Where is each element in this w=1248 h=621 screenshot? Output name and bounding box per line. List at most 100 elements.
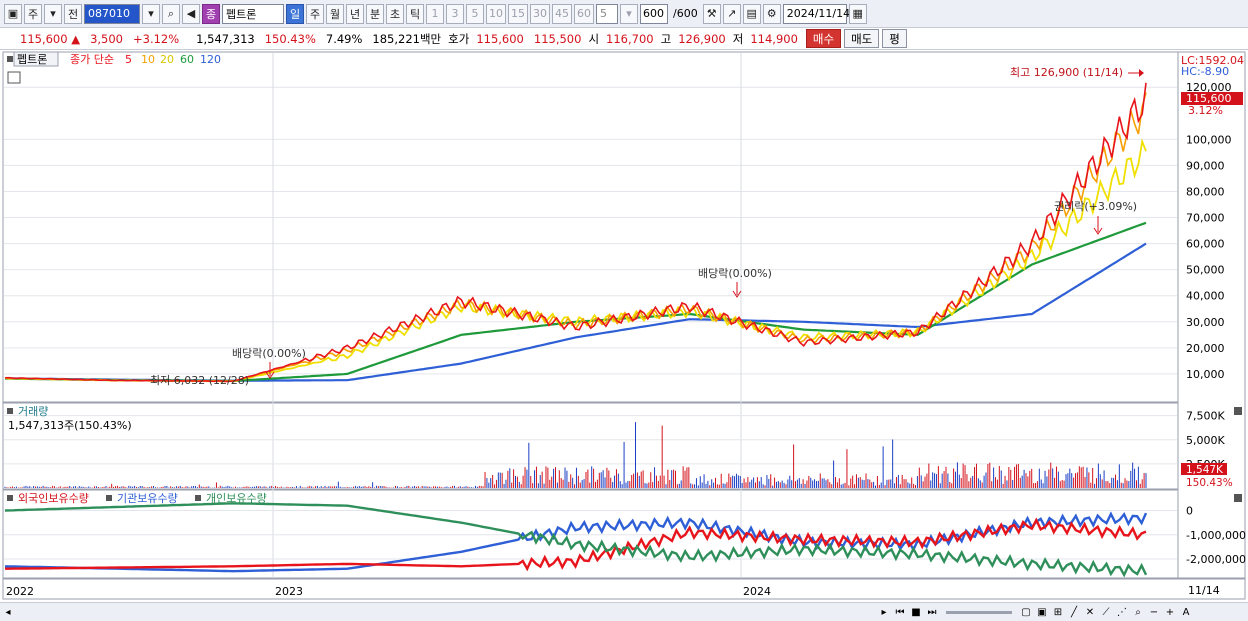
draw-icon[interactable]: ↗	[722, 3, 741, 24]
price-change: 3,500	[90, 31, 123, 46]
buy-button[interactable]: 매수	[805, 29, 842, 48]
rewind-icon[interactable]: ⏮	[893, 605, 907, 619]
measure-icon[interactable]: ⋰	[1115, 605, 1129, 619]
volume-legend-marker-icon	[7, 408, 13, 414]
open-label: 시	[588, 31, 600, 46]
sell-button[interactable]: 매도	[844, 29, 880, 48]
zoom-in-icon[interactable]: +	[1163, 605, 1177, 619]
layout-icon-3[interactable]: ⊞	[1051, 605, 1065, 619]
period-tick[interactable]: 틱	[406, 3, 424, 24]
period-minute[interactable]: 분	[366, 3, 384, 24]
interval-dropdown-icon[interactable]: ▾	[620, 3, 638, 24]
zoom-slider[interactable]	[946, 610, 1012, 614]
period-second[interactable]: 초	[386, 3, 404, 24]
scroll-right-icon[interactable]: ▸	[877, 605, 891, 619]
search-icon[interactable]: ⌕	[162, 3, 180, 24]
code-dropdown-icon[interactable]: ▾	[142, 3, 160, 24]
calendar-icon[interactable]: ▦	[848, 3, 867, 24]
holdings-panel-frame	[2, 489, 1179, 579]
group-badge: 종	[202, 3, 220, 24]
table-icon[interactable]	[7, 71, 21, 84]
gear-icon[interactable]: ⚙	[762, 3, 781, 24]
interval-5[interactable]: 5	[466, 3, 484, 24]
high-label: 고	[660, 31, 672, 46]
volume-ratio: 150.43%	[264, 31, 316, 46]
layout-icon-1[interactable]: ▢	[1019, 605, 1033, 619]
chart-settings-icon[interactable]: ▣	[4, 3, 22, 24]
legend-marker-icon	[7, 56, 13, 62]
interval-30[interactable]: 30	[530, 3, 550, 24]
prev-button[interactable]: 전	[64, 3, 82, 24]
volume-close-icon[interactable]	[1234, 407, 1242, 415]
market-dropdown-icon[interactable]: ▾	[44, 3, 62, 24]
dividend-annotation-1: 배당락(0.00%)	[232, 347, 306, 360]
period-month[interactable]: 월	[326, 3, 344, 24]
holdings-tick-label: -2,000,000	[1186, 553, 1246, 566]
legend-ma20: 20	[160, 53, 174, 66]
holdings-close-icon[interactable]	[1234, 494, 1242, 502]
market-select[interactable]: 주	[24, 3, 42, 24]
zoom-out-icon[interactable]: −	[1147, 605, 1161, 619]
price-tick-label: 20,000	[1186, 342, 1225, 355]
stock-name-field[interactable]: 펩트론	[222, 3, 284, 24]
stock-chart[interactable]: 10,000 20,000 30,000 40,000 50,000 60,000 70,0…	[0, 50, 1248, 602]
ask-price: 115,600	[476, 31, 524, 46]
zoom-icon[interactable]: ⌕	[1131, 605, 1145, 619]
legend-ma5: 5	[125, 53, 132, 66]
price-tick-label: 30,000	[1186, 316, 1225, 329]
date-input[interactable]: 2024/11/14	[782, 3, 850, 24]
layout-icon-2[interactable]: ▣	[1035, 605, 1049, 619]
period-day[interactable]: 일	[286, 3, 304, 24]
interval-45[interactable]: 45	[552, 3, 572, 24]
volume-value-label: 1,547,313주(150.43%)	[8, 419, 132, 432]
turnover-rate: 7.49%	[325, 31, 363, 46]
save-icon[interactable]: ▤	[742, 3, 761, 24]
count-input[interactable]: 600	[640, 3, 668, 24]
interval-10[interactable]: 10	[486, 3, 506, 24]
bottom-scrollbar[interactable]: ◂ ▸ ⏮ ■ ⏭ ▢ ▣ ⊞ ╱ ✕ ⟋ ⋰ ⌕ − + A	[0, 602, 1248, 621]
interval-60[interactable]: 60	[574, 3, 594, 24]
high-annotation: 최고 126,900 (11/14)	[1010, 66, 1123, 79]
high-price: 126,900	[678, 31, 726, 46]
font-icon[interactable]: A	[1179, 605, 1193, 619]
period-week[interactable]: 주	[306, 3, 324, 24]
x-axis-panel	[2, 578, 1246, 600]
flat-button[interactable]: 평	[882, 29, 907, 48]
volume-rate-tag-text: 150.43%	[1186, 477, 1233, 489]
interval-1[interactable]: 1	[426, 3, 444, 24]
volume-title: 거래량	[18, 405, 48, 418]
price-tick-label: 90,000	[1186, 159, 1225, 172]
speaker-icon[interactable]: ◀	[182, 3, 200, 24]
interval-3[interactable]: 3	[446, 3, 464, 24]
foreign-holdings-label: 외국인보유수량	[18, 492, 89, 505]
legend-ma10: 10	[141, 53, 155, 66]
price-tick-label: 40,000	[1186, 290, 1225, 303]
legend-ma60: 60	[180, 53, 194, 66]
volume-tick-label: 5,000K	[1186, 434, 1225, 447]
price-tick-label: 10,000	[1186, 368, 1225, 381]
trend-icon[interactable]: ⟋	[1099, 605, 1113, 619]
interval-select[interactable]: 5	[596, 3, 618, 24]
tool-icon[interactable]: ⚒	[702, 3, 721, 24]
stop-icon[interactable]: ■	[909, 605, 923, 619]
period-year[interactable]: 년	[346, 3, 364, 24]
low-label: 저	[732, 31, 744, 46]
fast-forward-icon[interactable]: ⏭	[925, 605, 939, 619]
top-toolbar: ▣ 주 ▾ 전 087010 ▾ ⌕ ◀ 종 펩트론 일 주 월 년 분 초 틱…	[0, 0, 1248, 28]
scroll-left-icon[interactable]: ◂	[1, 605, 15, 619]
legend-close-label: 종가 단순	[70, 53, 114, 66]
interval-15[interactable]: 15	[508, 3, 528, 24]
bid-price: 115,500	[533, 31, 582, 46]
inst-legend-marker-icon	[106, 495, 112, 501]
chart-area[interactable]: 10,000 20,000 30,000 40,000 50,000 60,000 70,0…	[0, 50, 1248, 602]
last-rate-tag-text: 3.12%	[1188, 104, 1223, 117]
low-annotation: 최저 6,032 (12/28)	[150, 374, 249, 387]
price-tick-label: 80,000	[1186, 185, 1225, 198]
draw-line-icon[interactable]: ╱	[1067, 605, 1081, 619]
holdings-tick-label: -1,000,000	[1186, 529, 1246, 542]
hc-label: HC:-8.90	[1181, 65, 1229, 78]
volume-tick-label: 7,500K	[1186, 410, 1225, 423]
stock-code-input[interactable]: 087010	[84, 3, 140, 24]
price-panel-frame	[2, 51, 1179, 403]
draw-tool-icon[interactable]: ✕	[1083, 605, 1097, 619]
